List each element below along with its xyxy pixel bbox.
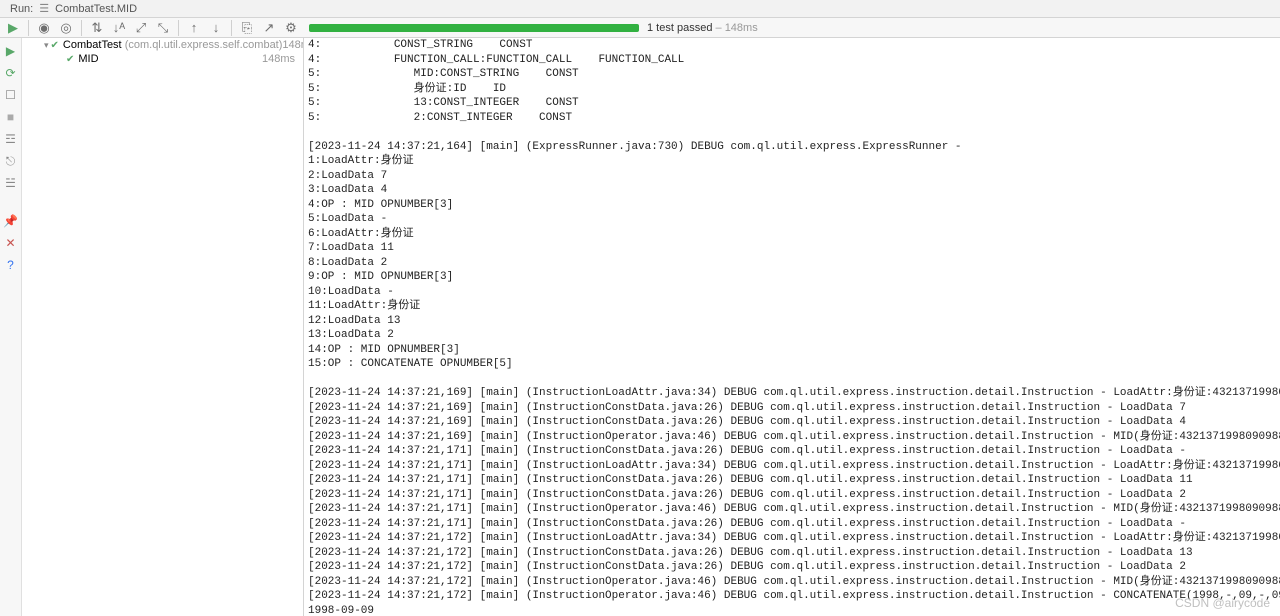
hide-ignored-icon[interactable]: ◎: [57, 19, 75, 37]
test-pass-count: 1 test passed – 148ms: [647, 22, 758, 34]
tree-class-time: 148ms: [282, 39, 304, 51]
chevron-down-icon[interactable]: ▾: [44, 40, 49, 51]
toggle-icon[interactable]: ☐: [2, 86, 20, 104]
ok-icon: ✔: [66, 54, 74, 65]
tree-method-label: MID: [78, 53, 98, 65]
tab-config-icon: ☰: [39, 2, 49, 15]
prev-icon[interactable]: ↑: [185, 19, 203, 37]
tree-row-method[interactable]: ✔ MID 148ms: [22, 52, 303, 66]
separator: [231, 20, 232, 36]
exit-icon[interactable]: ⎋: [2, 152, 20, 170]
test-tree[interactable]: ▾ ✔ CombatTest (com.ql.util.express.self…: [22, 38, 304, 616]
left-gutter: ▶ ⟳ ☐ ■ ☲ ⎋ ☱ 📌 ✕ ?: [0, 38, 22, 616]
run-icon[interactable]: ▶: [4, 19, 22, 37]
console-output[interactable]: 4: CONST_STRING CONST 4: FUNCTION_CALL:F…: [304, 38, 1280, 616]
sort-alpha-icon[interactable]: ↓ᴬ: [110, 19, 128, 37]
export-icon[interactable]: ↗: [260, 19, 278, 37]
stop-icon[interactable]: ■: [2, 108, 20, 126]
select-icon[interactable]: ☱: [2, 174, 20, 192]
gear-icon[interactable]: ⚙: [282, 19, 300, 37]
sort-icon[interactable]: ⇅: [88, 19, 106, 37]
expand-icon[interactable]: ⤢: [132, 19, 150, 37]
collapse-icon[interactable]: ⤡: [154, 19, 172, 37]
tab-tool-label: Run:: [4, 2, 39, 16]
ok-icon: ✔: [51, 40, 59, 51]
tree-class-label: CombatTest: [63, 39, 122, 51]
separator: [81, 20, 82, 36]
tree-row-class[interactable]: ▾ ✔ CombatTest (com.ql.util.express.self…: [22, 38, 303, 52]
separator: [178, 20, 179, 36]
progress-bar: [309, 24, 639, 32]
run-tab-bar: Run: ☰ CombatTest.MID: [0, 0, 1280, 18]
layout-icon[interactable]: ☲: [2, 130, 20, 148]
pin-icon[interactable]: 📌: [2, 212, 20, 230]
tree-method-time: 148ms: [262, 53, 299, 65]
run-toolbar: ▶ ◉ ◎ ⇅ ↓ᴬ ⤢ ⤡ ↑ ↓ ⎘ ↗ ⚙ 1 test passed –…: [0, 18, 1280, 38]
next-icon[interactable]: ↓: [207, 19, 225, 37]
tree-class-pkg: (com.ql.util.express.self.combat): [122, 39, 283, 51]
rerun-icon[interactable]: ▶: [2, 42, 20, 60]
close-icon[interactable]: ✕: [2, 234, 20, 252]
separator: [28, 20, 29, 36]
hide-passed-icon[interactable]: ◉: [35, 19, 53, 37]
progress-fill: [309, 24, 639, 32]
tab-title: CombatTest.MID: [49, 2, 143, 16]
help-icon[interactable]: ?: [2, 256, 20, 274]
rerun-failed-icon[interactable]: ⟳: [2, 64, 20, 82]
test-progress: 1 test passed – 148ms: [309, 22, 1276, 34]
import-icon[interactable]: ⎘: [238, 19, 256, 37]
